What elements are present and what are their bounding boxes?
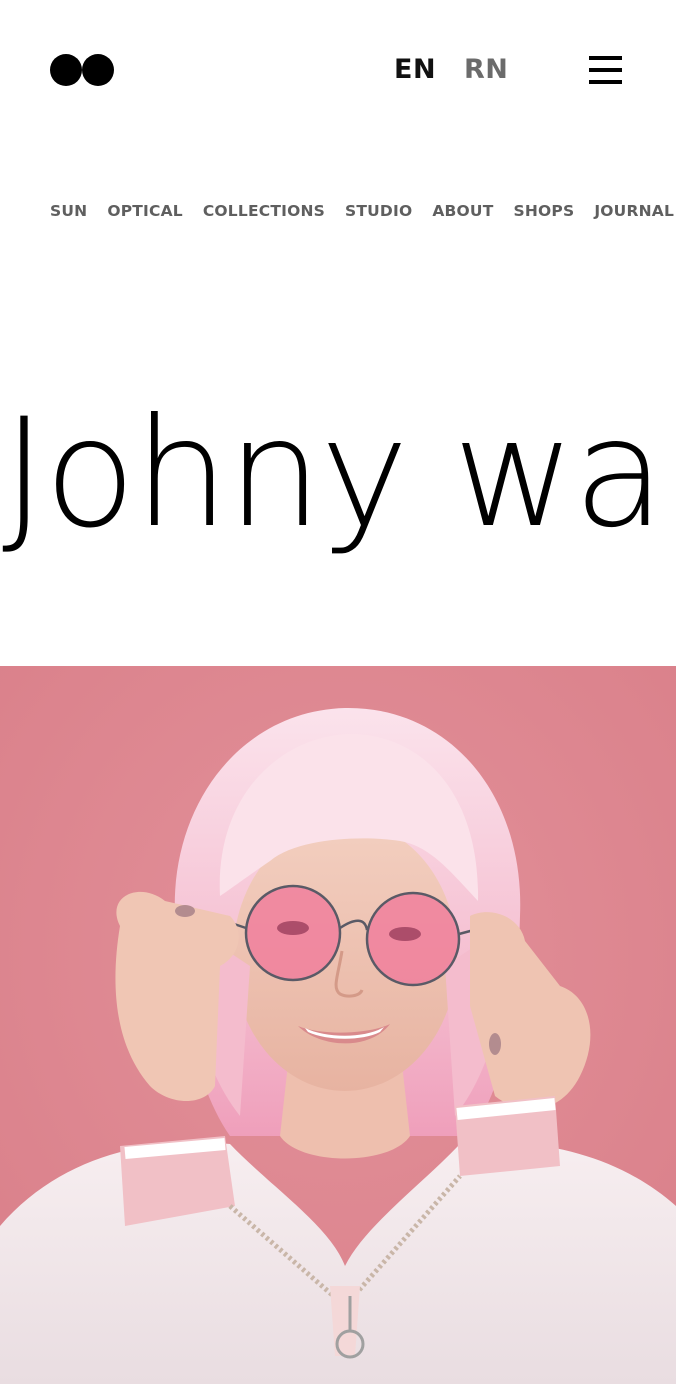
logo-circle-left (50, 54, 82, 86)
nav-item-journal[interactable]: JOURNAL (594, 200, 674, 222)
hamburger-bar (589, 68, 622, 72)
hero-headline-wrapper: Johny wa (0, 384, 676, 584)
logo-circle-right (82, 54, 114, 86)
hero-headline: Johny wa (2, 387, 665, 561)
hamburger-bar (589, 56, 622, 60)
language-rn[interactable]: RN (464, 52, 508, 88)
two-circles-logo[interactable] (50, 54, 114, 86)
hamburger-icon[interactable] (589, 54, 623, 86)
nav-item-studio[interactable]: STUDIO (345, 200, 412, 222)
page: EN RN SUN OPTICAL COLLECTIONS STUDIO ABO… (0, 0, 676, 1384)
hero-portrait-illustration (0, 666, 676, 1384)
hero-image (0, 666, 676, 1384)
nav-item-collections[interactable]: COLLECTIONS (203, 200, 325, 222)
language-en[interactable]: EN (394, 52, 436, 88)
nav-item-shops[interactable]: SHOPS (513, 200, 574, 222)
nav-item-sun[interactable]: SUN (50, 200, 87, 222)
nav-item-about[interactable]: ABOUT (432, 200, 493, 222)
main-navigation: SUN OPTICAL COLLECTIONS STUDIO ABOUT SHO… (50, 200, 674, 222)
nav-item-optical[interactable]: OPTICAL (107, 200, 183, 222)
hamburger-bar (589, 80, 622, 84)
